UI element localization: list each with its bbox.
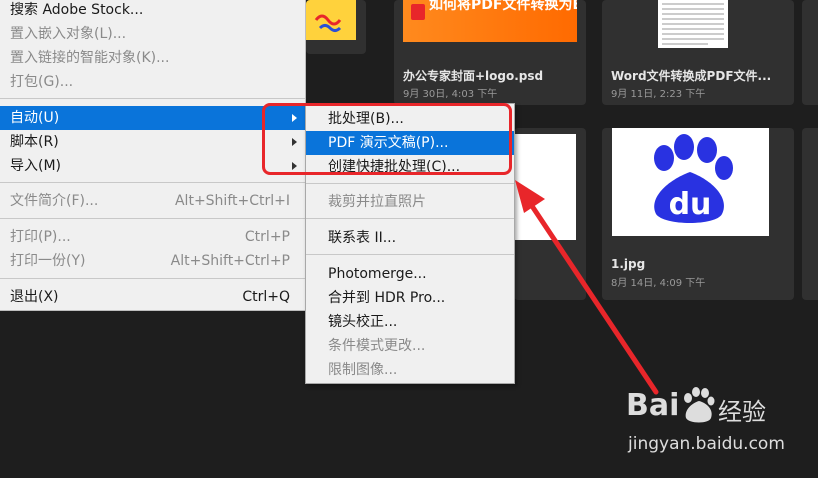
thumbnail-image — [658, 0, 728, 48]
submenu-item-photomerge[interactable]: Photomerge... — [306, 262, 514, 286]
menu-separator — [0, 218, 305, 219]
menu-item-label: 导入(M) — [10, 158, 62, 174]
file-name: 办公专家封面+logo.psd — [403, 69, 544, 83]
file-card-right-edge-2[interactable] — [802, 128, 818, 300]
menu-separator — [0, 278, 305, 279]
menu-item-label: 打印(P)... — [10, 229, 71, 245]
menu-item-place-linked[interactable]: 置入链接的智能对象(K)... — [0, 46, 305, 70]
submenu-item-label: 合并到 HDR Pro... — [328, 290, 446, 306]
submenu-item-merge-hdr[interactable]: 合并到 HDR Pro... — [306, 286, 514, 310]
menu-item-exit[interactable]: 退出(X) Ctrl+Q — [0, 285, 305, 309]
submenu-item-conditional-mode[interactable]: 条件模式更改... — [306, 334, 514, 358]
watermark-brand: Bai — [626, 388, 679, 423]
file-menu: 搜索 Adobe Stock... 置入嵌入对象(L)... 置入链接的智能对象… — [0, 0, 306, 311]
menu-item-import[interactable]: 导入(M) — [0, 154, 305, 178]
menu-item-search-adobe-stock[interactable]: 搜索 Adobe Stock... — [0, 0, 305, 22]
file-card-word[interactable]: Word文件转换成PDF文件... 9月 11日, 2:23 下午 — [602, 0, 794, 105]
menu-separator — [0, 182, 305, 183]
menu-item-label: 打包(G)... — [10, 74, 74, 90]
menu-separator — [306, 254, 514, 255]
menu-item-label: 搜索 Adobe Stock... — [10, 2, 144, 18]
thumbnail-image: du — [612, 128, 769, 236]
menu-separator — [306, 183, 514, 184]
menu-separator — [306, 218, 514, 219]
watermark-brand-text: Bai — [626, 388, 680, 423]
menu-item-label: 退出(X) — [10, 289, 59, 305]
menu-item-label: 打印一份(Y) — [10, 253, 86, 269]
menu-item-place-embedded[interactable]: 置入嵌入对象(L)... — [0, 22, 305, 46]
file-name: 1.jpg — [611, 257, 646, 271]
file-date: 9月 11日, 2:23 下午 — [611, 89, 706, 100]
submenu-item-label: 裁剪并拉直照片 — [328, 194, 426, 210]
submenu-item-fit-image[interactable]: 限制图像... — [306, 358, 514, 382]
baidu-paw-icon — [684, 387, 715, 423]
thumbnail-image — [514, 134, 576, 240]
file-card-middle[interactable] — [514, 128, 586, 300]
submenu-item-label: 条件模式更改... — [328, 338, 426, 354]
menu-item-automate[interactable]: 自动(U) — [0, 106, 305, 130]
menu-item-print-one-copy[interactable]: 打印一份(Y) Alt+Shift+Ctrl+P — [0, 249, 305, 273]
submenu-item-label: Photomerge... — [328, 266, 427, 282]
menu-item-label: 脚本(R) — [10, 134, 59, 150]
decorative-shape — [314, 14, 342, 32]
file-card-top-left[interactable] — [306, 0, 366, 54]
annotation-highlight-box — [262, 103, 512, 175]
thumbnail-image: 如何将PDF文件转换为Excel — [403, 0, 577, 42]
file-card-psd[interactable]: 如何将PDF文件转换为Excel 办公专家封面+logo.psd 9月 30日,… — [394, 0, 586, 105]
baidu-paw-logo: du — [654, 134, 733, 223]
menu-item-shortcut: Alt+Shift+Ctrl+I — [174, 193, 290, 209]
file-name: Word文件转换成PDF文件... — [611, 69, 772, 83]
thumbnail-icon — [411, 4, 425, 20]
file-date: 8月 14日, 4:09 下午 — [611, 278, 706, 289]
file-card-right-edge[interactable] — [802, 0, 818, 105]
watermark-url: jingyan.baidu.com — [628, 434, 785, 454]
file-card-jpg[interactable]: du 1.jpg 8月 14日, 4:09 下午 — [602, 128, 794, 300]
menu-item-print[interactable]: 打印(P)... Ctrl+P — [0, 225, 305, 249]
submenu-item-lens-correction[interactable]: 镜头校正... — [306, 310, 514, 334]
submenu-item-label: 镜头校正... — [328, 314, 398, 330]
menu-item-scripts[interactable]: 脚本(R) — [0, 130, 305, 154]
menu-item-shortcut: Ctrl+Q — [242, 289, 290, 305]
menu-item-package[interactable]: 打包(G)... — [0, 70, 305, 94]
submenu-item-crop-straighten[interactable]: 裁剪并拉直照片 — [306, 190, 514, 214]
thumbnail-image — [306, 0, 356, 40]
submenu-item-label: 联系表 II... — [328, 230, 397, 246]
baidu-jingyan-watermark: Bai 经验 jingyan.baidu.com — [626, 384, 806, 474]
menu-item-label: 置入嵌入对象(L)... — [10, 26, 127, 42]
menu-item-shortcut: Ctrl+P — [244, 229, 290, 245]
document-lines — [662, 3, 724, 45]
menu-item-label: 自动(U) — [10, 110, 60, 126]
submenu-item-contact-sheet[interactable]: 联系表 II... — [306, 226, 514, 250]
menu-item-shortcut: Alt+Shift+Ctrl+P — [170, 253, 290, 269]
menu-item-label: 置入链接的智能对象(K)... — [10, 50, 170, 66]
menu-item-label: 文件简介(F)... — [10, 193, 99, 209]
menu-item-file-info[interactable]: 文件简介(F)... Alt+Shift+Ctrl+I — [0, 189, 305, 213]
menu-separator — [0, 98, 305, 99]
thumbnail-banner: 如何将PDF文件转换为Excel — [429, 0, 577, 13]
submenu-item-label: 限制图像... — [328, 362, 398, 378]
baidu-thumb-text: du — [669, 187, 712, 222]
file-date: 9月 30日, 4:03 下午 — [403, 89, 498, 100]
watermark-suffix: 经验 — [718, 398, 766, 426]
